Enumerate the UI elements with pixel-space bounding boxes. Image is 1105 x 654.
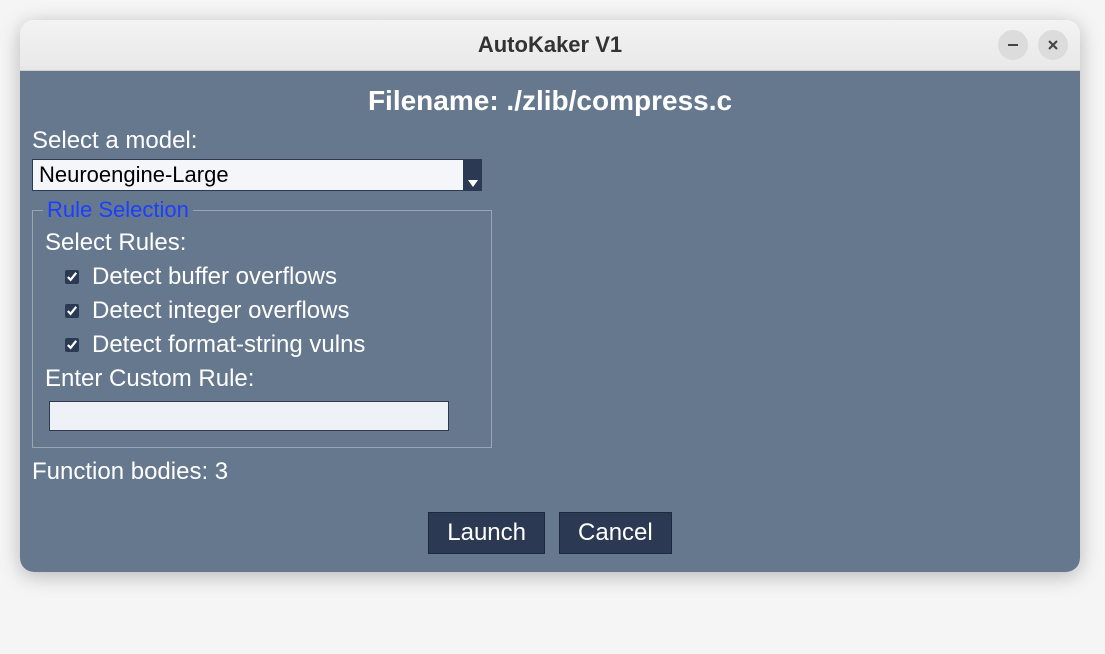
rule-checkbox-integer-overflows[interactable] bbox=[65, 304, 79, 318]
filename-heading: Filename: ./zlib/compress.c bbox=[32, 85, 1068, 117]
app-window: AutoKaker V1 Filename: ./zlib/compress.c… bbox=[20, 20, 1080, 572]
rule-selection-legend: Rule Selection bbox=[43, 197, 193, 223]
rule-checkbox-format-string[interactable] bbox=[65, 338, 79, 352]
custom-rule-label: Enter Custom Rule: bbox=[45, 365, 481, 393]
minimize-icon bbox=[1006, 38, 1020, 52]
window-title: AutoKaker V1 bbox=[478, 32, 622, 58]
button-row: Launch Cancel bbox=[32, 512, 1068, 554]
rule-row: Detect integer overflows bbox=[61, 297, 481, 325]
rule-label: Detect format-string vulns bbox=[92, 331, 365, 359]
model-select[interactable] bbox=[32, 159, 482, 191]
select-rules-label: Select Rules: bbox=[45, 229, 481, 257]
client-area: Filename: ./zlib/compress.c Select a mod… bbox=[20, 71, 1080, 572]
cancel-button[interactable]: Cancel bbox=[559, 512, 672, 554]
model-dropdown-button[interactable] bbox=[464, 159, 482, 191]
close-icon bbox=[1046, 38, 1060, 52]
minimize-button[interactable] bbox=[998, 30, 1028, 60]
rule-label: Detect buffer overflows bbox=[92, 263, 337, 291]
close-button[interactable] bbox=[1038, 30, 1068, 60]
rule-row: Detect format-string vulns bbox=[61, 331, 481, 359]
window-controls bbox=[998, 30, 1068, 60]
function-bodies-status: Function bodies: 3 bbox=[32, 458, 1068, 486]
model-select-input[interactable] bbox=[32, 159, 464, 191]
model-label: Select a model: bbox=[32, 127, 1068, 155]
titlebar: AutoKaker V1 bbox=[20, 20, 1080, 71]
rule-row: Detect buffer overflows bbox=[61, 263, 481, 291]
rule-checkbox-buffer-overflows[interactable] bbox=[65, 270, 79, 284]
chevron-down-icon bbox=[468, 180, 478, 188]
rule-selection-fieldset: Rule Selection Select Rules: Detect buff… bbox=[32, 197, 492, 448]
custom-rule-input[interactable] bbox=[49, 401, 449, 431]
launch-button[interactable]: Launch bbox=[428, 512, 545, 554]
rule-label: Detect integer overflows bbox=[92, 297, 349, 325]
